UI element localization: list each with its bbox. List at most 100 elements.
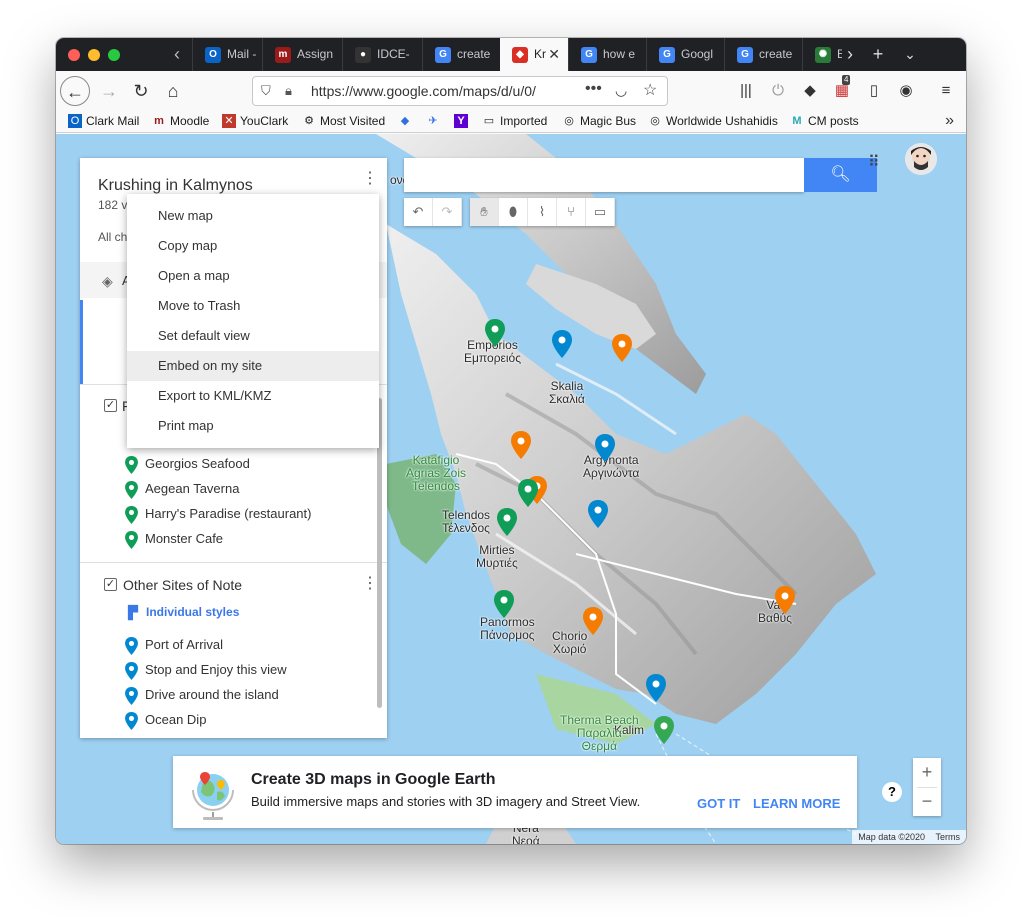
menu-item-open-map[interactable]: Open a map xyxy=(127,261,379,291)
lock-icon[interactable]: 🔒︎ xyxy=(285,83,292,99)
close-window-button[interactable] xyxy=(68,49,80,61)
measure-ruler-icon[interactable]: ▭ xyxy=(586,198,615,226)
power-icon[interactable]: ⏻ xyxy=(768,81,788,101)
map-search-input[interactable] xyxy=(404,158,804,192)
blue-marker-pin[interactable] xyxy=(588,500,608,528)
menu-item-move-to-trash[interactable]: Move to Trash xyxy=(127,291,379,321)
map-canvas[interactable]: Emporios Εμπορειός Skalia Σκαλιά Argynonta… xyxy=(56,134,966,844)
folder-icon: ▭ xyxy=(483,115,495,127)
layer-options-icon[interactable]: ⋮ xyxy=(362,576,378,592)
green-marker-pin[interactable] xyxy=(497,508,517,536)
list-item[interactable]: Ocean Dip xyxy=(125,711,206,731)
tracking-shield-icon[interactable]: ⛉ xyxy=(261,83,271,99)
menu-icon[interactable]: ≡ xyxy=(936,81,956,101)
menu-item-embed[interactable]: Embed on my site xyxy=(127,351,379,381)
menu-item-copy-map[interactable]: Copy map xyxy=(127,231,379,261)
bookmark-imported[interactable]: ▭ Imported xyxy=(482,114,548,128)
green-marker-pin[interactable] xyxy=(518,479,538,507)
home-button[interactable]: ⌂ xyxy=(158,76,188,106)
orange-marker-pin[interactable] xyxy=(511,431,531,459)
orange-marker-pin[interactable] xyxy=(612,334,632,362)
list-item[interactable]: Harry's Paradise (restaurant) xyxy=(125,505,311,525)
url-text[interactable]: https://www.google.com/maps/d/u/0/ xyxy=(311,83,551,99)
apps-grid-icon[interactable]: ⠿ xyxy=(868,152,880,172)
close-tab-icon[interactable]: ✕ xyxy=(548,38,560,71)
tab-mail[interactable]: O Mail - xyxy=(192,38,262,71)
draw-line-icon[interactable]: ⌇ xyxy=(528,198,557,226)
beach-marker-pin[interactable] xyxy=(654,716,674,744)
add-marker-icon[interactable]: ⬮ xyxy=(499,198,528,226)
page-actions-icon[interactable]: ••• xyxy=(585,80,602,98)
bookmark-clark-mail[interactable]: O Clark Mail xyxy=(68,114,139,128)
tab-krushing-active[interactable]: ◆ Kr ✕ xyxy=(500,38,568,71)
pan-hand-icon[interactable]: ✋︎ xyxy=(470,198,499,226)
bookmark-cm-posts[interactable]: M CM posts xyxy=(790,114,858,128)
directions-icon[interactable]: ⑂ xyxy=(557,198,586,226)
bookmark-star-icon[interactable]: ☆ xyxy=(643,80,657,100)
tab-assign[interactable]: m Assign xyxy=(262,38,342,71)
menu-item-print-map[interactable]: Print map xyxy=(127,411,379,441)
redo-icon[interactable]: ↷ xyxy=(433,198,462,226)
zoom-out-button[interactable]: − xyxy=(913,787,941,816)
individual-styles-link[interactable]: Individual styles xyxy=(146,605,239,619)
minimize-window-button[interactable] xyxy=(88,49,100,61)
tab-google[interactable]: G Googl xyxy=(646,38,724,71)
list-item[interactable]: Port of Arrival xyxy=(125,636,223,656)
sidebar-icon[interactable]: ▯ xyxy=(864,81,884,101)
pocket-icon[interactable]: ◡ xyxy=(615,82,627,99)
bookmark-youclark[interactable]: ✕ YouClark xyxy=(222,114,288,128)
reload-button[interactable]: ↻ xyxy=(126,76,156,106)
list-item[interactable]: Stop and Enjoy this view xyxy=(125,661,287,681)
list-item[interactable]: Aegean Taverna xyxy=(125,480,239,500)
tab-create-2[interactable]: G create xyxy=(724,38,802,71)
undo-icon[interactable]: ↶ xyxy=(404,198,433,226)
tab-create[interactable]: G create xyxy=(422,38,500,71)
zoom-in-button[interactable]: + xyxy=(913,758,941,787)
food-layer-checkbox[interactable]: ✓ xyxy=(104,399,117,412)
blue-marker-pin[interactable] xyxy=(646,674,666,702)
terms-link[interactable]: Terms xyxy=(936,832,961,842)
orange-marker-pin[interactable] xyxy=(583,607,603,635)
bookmarks-overflow-icon[interactable]: » xyxy=(945,112,954,130)
blue-marker-pin[interactable] xyxy=(552,330,572,358)
new-tab-icon[interactable]: + xyxy=(864,38,892,71)
library-icon[interactable]: ||| xyxy=(736,81,756,101)
help-icon[interactable]: ? xyxy=(882,782,902,802)
back-button[interactable]: ← xyxy=(60,76,90,106)
list-item[interactable]: Drive around the island xyxy=(125,686,279,706)
tab-scroll-left-icon[interactable]: ‹ xyxy=(162,38,192,71)
menu-item-export-kml[interactable]: Export to KML/KMZ xyxy=(127,381,379,411)
map-title[interactable]: Krushing in Kalmynos xyxy=(98,177,253,195)
orange-marker-pin[interactable] xyxy=(775,586,795,614)
tab-how[interactable]: G how e xyxy=(568,38,646,71)
learn-more-button[interactable]: LEARN MORE xyxy=(753,796,840,811)
search-button[interactable]: 🔍︎ xyxy=(804,158,877,192)
sites-layer-checkbox[interactable]: ✓ xyxy=(104,578,117,591)
extension-icon[interactable]: ◆ xyxy=(800,81,820,101)
menu-item-set-default-view[interactable]: Set default view xyxy=(127,321,379,351)
bookmark-magic-bus[interactable]: ◎ Magic Bus xyxy=(562,114,636,128)
got-it-button[interactable]: GOT IT xyxy=(697,796,740,811)
menu-item-new-map[interactable]: New map xyxy=(127,201,379,231)
bookmark-most-visited[interactable]: ⚙ Most Visited xyxy=(302,114,385,128)
url-bar[interactable]: ⛉ 🔒︎ https://www.google.com/maps/d/u/0/ … xyxy=(252,76,668,106)
zoom-divider xyxy=(917,787,937,788)
map-options-icon[interactable]: ⋮ xyxy=(362,171,378,187)
bookmark-worldwide-ushahidis[interactable]: ◎ Worldwide Ushahidis xyxy=(648,114,778,128)
forward-button[interactable]: → xyxy=(94,76,124,106)
blue-marker-pin[interactable] xyxy=(595,434,615,462)
tab-idce[interactable]: ● IDCE- xyxy=(342,38,422,71)
tab-list-icon[interactable]: ⌄ xyxy=(896,38,924,71)
sites-layer-title[interactable]: Other Sites of Note xyxy=(123,577,242,593)
green-marker-pin[interactable] xyxy=(485,319,505,347)
green-marker-pin[interactable] xyxy=(494,590,514,618)
avatar[interactable] xyxy=(905,143,937,175)
list-item[interactable]: Monster Cafe xyxy=(125,530,223,550)
maximize-window-button[interactable] xyxy=(108,49,120,61)
bookmark-moodle[interactable]: m Moodle xyxy=(152,114,209,128)
map-search-box[interactable] xyxy=(404,158,804,192)
list-item[interactable]: Georgios Seafood xyxy=(125,455,250,475)
account-icon[interactable]: ◉ xyxy=(896,81,916,101)
notifications-icon[interactable]: ▦ 4 xyxy=(832,75,852,101)
tab-scroll-right-icon[interactable]: › xyxy=(836,38,864,71)
